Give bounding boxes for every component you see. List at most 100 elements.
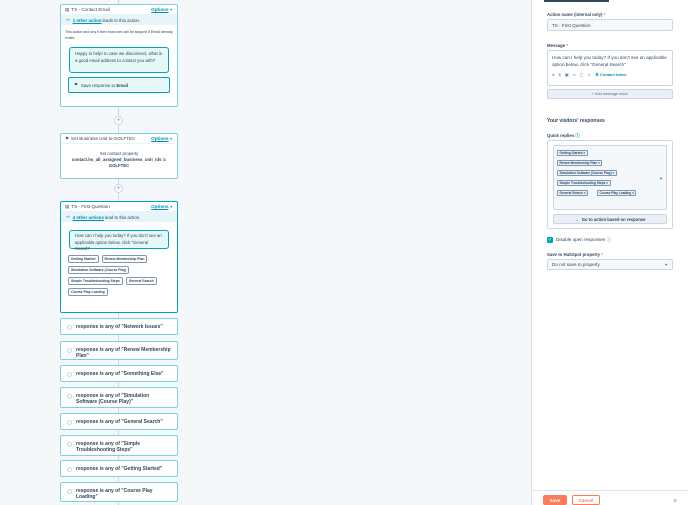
flag-icon: ⚑ (74, 82, 78, 87)
quick-reply-chip: Course Play Loading (68, 288, 108, 296)
radio-icon (67, 394, 72, 399)
add-action-button[interactable]: + (114, 184, 123, 193)
branch-label: response is any of "Network Issues" (76, 324, 163, 330)
link-icon[interactable]: ∞ (573, 72, 576, 77)
card-title: Set Business Unit to GOLFTEC (71, 136, 136, 141)
remove-chip-icon[interactable]: × (606, 181, 608, 185)
chevron-down-icon: ▼ (664, 262, 668, 267)
action-card-contact-email[interactable]: ▤ TS - Contact Email Options ▼ ⇨ 1 other act… (60, 4, 178, 107)
arrow-right-icon: → (574, 216, 579, 222)
action-name-value: TS - First Question (552, 22, 591, 28)
branch-card[interactable]: response is any of "Course Play Loading" (60, 482, 178, 502)
selected-reply-chip[interactable]: Course Play Loading × (597, 190, 637, 196)
options-link[interactable]: Options (151, 7, 168, 12)
radio-icon (67, 325, 72, 330)
chevron-down-icon[interactable]: ▼ (170, 205, 173, 209)
remove-chip-icon[interactable]: × (632, 191, 634, 195)
required-mark: * (601, 252, 603, 257)
add-message-block-label: + Add message block (591, 92, 629, 96)
editor-toolbar: A $ ▣ ∞ ▢ ☺ ⇅ Contact token (552, 72, 668, 77)
options-link[interactable]: Options (151, 204, 168, 209)
save-button-label: Save (549, 497, 561, 503)
quick-reply-chip: General Search (125, 277, 157, 285)
radio-icon (67, 489, 72, 494)
other-actions-link[interactable]: 1 other action (73, 18, 102, 23)
action-card-business-unit[interactable]: ⚑ Set Business Unit to GOLFTEC Options ▼ Se… (60, 133, 178, 179)
quick-reply-chip: Simple Troubleshooting Steps (68, 277, 123, 285)
branch-card[interactable]: response is any of "Simple Troubleshooti… (60, 435, 178, 456)
chip-label: Renew Membership Plan (559, 161, 598, 165)
chevron-down-icon[interactable]: ▼ (170, 8, 173, 12)
media-icon[interactable]: ▢ (580, 72, 584, 77)
image-icon[interactable]: ▣ (565, 72, 569, 77)
branch-card[interactable]: response is any of "Network Issues" (60, 318, 178, 335)
selected-reply-chip[interactable]: Getting Started × (557, 150, 588, 156)
selected-reply-chip[interactable]: Renew Membership Plan × (557, 160, 603, 166)
bold-icon[interactable]: $ (559, 72, 561, 77)
branch-card[interactable]: response is any of "Getting Started" (60, 460, 178, 477)
save-to-value: Do not save to property (552, 262, 600, 267)
remove-chip-icon[interactable]: × (584, 191, 586, 195)
radio-icon (67, 348, 72, 353)
emoji-icon[interactable]: ☺ (587, 72, 591, 77)
save-button[interactable]: Save (543, 495, 567, 505)
property-name: contact.hs_all_assigned_business_unit_id… (71, 157, 162, 162)
property-value: GOLFTEC (108, 163, 130, 168)
sub-text: lead to this action. (104, 214, 141, 220)
dropdown-caret-icon[interactable]: ▼ (659, 176, 663, 181)
info-icon[interactable]: ⓘ (607, 237, 612, 242)
save-to-label: Save to HubSpot property (547, 252, 600, 257)
branch-card[interactable]: response is any of "Renew Membership Pla… (60, 341, 178, 360)
disable-open-label: Disable open responses (556, 237, 606, 242)
text-style-icon[interactable]: A (552, 72, 555, 77)
message-text: How can I help you today? If you don't s… (552, 55, 667, 67)
quick-replies-label: Quick replies (547, 133, 574, 138)
radio-icon (67, 442, 72, 447)
selected-reply-chip[interactable]: Simple Troubleshooting Steps × (557, 180, 611, 186)
message-bubble: How can I help you today? If you don't s… (69, 230, 169, 251)
chip-label: Course Play Loading (599, 191, 632, 195)
flag-icon: ⚑ (65, 135, 70, 141)
message-label-wrap: Message * (547, 43, 568, 48)
required-mark: * (566, 43, 569, 48)
card-title: TS - Contact Email (71, 7, 110, 12)
branch-label: response is any of "Simple Troubleshooti… (76, 441, 141, 453)
branch-card[interactable]: response is any of "General Search" (60, 413, 178, 430)
contact-token-button[interactable]: ⇅ Contact token (595, 72, 626, 77)
branch-label: response is any of "Getting Started" (76, 466, 163, 472)
message-editor[interactable]: How can I help you today? If you don't s… (547, 50, 673, 86)
options-link[interactable]: Options (151, 136, 168, 141)
remove-chip-icon[interactable]: × (598, 161, 600, 165)
disable-open-label-wrap: Disable open responses ⓘ (556, 237, 611, 243)
action-card-first-question[interactable]: ▤ TS - First Question Options ▼ ⇨ 4 other ac… (60, 201, 178, 313)
quick-replies-label-wrap: Quick replies ⓘ (547, 133, 580, 139)
merge-arrow-icon: ⇨ (66, 17, 70, 22)
disable-open-checkbox[interactable]: ✓ (547, 237, 553, 243)
page-number: 0 (674, 498, 677, 503)
branch-card[interactable]: response is any of "Something Else" (60, 365, 178, 382)
save-to-label-wrap: Save to HubSpot property * (547, 252, 603, 257)
save-to-property-select[interactable]: Do not save to property ▼ (547, 259, 673, 270)
quick-reply-chip: Simulation Software (Course Play) (68, 266, 130, 274)
active-tab-indicator (544, 0, 609, 2)
remove-chip-icon[interactable]: × (612, 171, 614, 175)
add-action-button[interactable]: + (114, 116, 123, 125)
cancel-button[interactable]: Cancel (572, 495, 600, 505)
add-message-block-button[interactable]: + Add message block (547, 89, 673, 99)
branch-label: response is any of "General Search" (76, 419, 163, 425)
to-text: to (162, 157, 167, 162)
save-response-label: Save response to (80, 82, 116, 88)
go-to-action-label: Go to action based on response (581, 216, 646, 222)
chevron-down-icon[interactable]: ▼ (170, 137, 173, 141)
selected-reply-chip[interactable]: Simulation Software (Course Play) × (557, 170, 617, 176)
chip-label: Simple Troubleshooting Steps (559, 181, 606, 185)
info-icon[interactable]: ⓘ (575, 133, 579, 138)
action-name-label-wrap: Action name (internal only) * (547, 12, 605, 17)
selected-reply-chip[interactable]: General Search × (557, 190, 589, 196)
remove-chip-icon[interactable]: × (583, 151, 585, 155)
other-actions-link[interactable]: 4 other actions (73, 215, 104, 220)
go-to-action-button[interactable]: → Go to action based on response (553, 214, 667, 224)
branch-card[interactable]: response is any of "Simulation Software … (60, 387, 178, 408)
action-name-input[interactable]: TS - First Question (547, 19, 673, 31)
quick-reply-chips: Getting Started Renew Membership Plan Si… (61, 255, 177, 296)
